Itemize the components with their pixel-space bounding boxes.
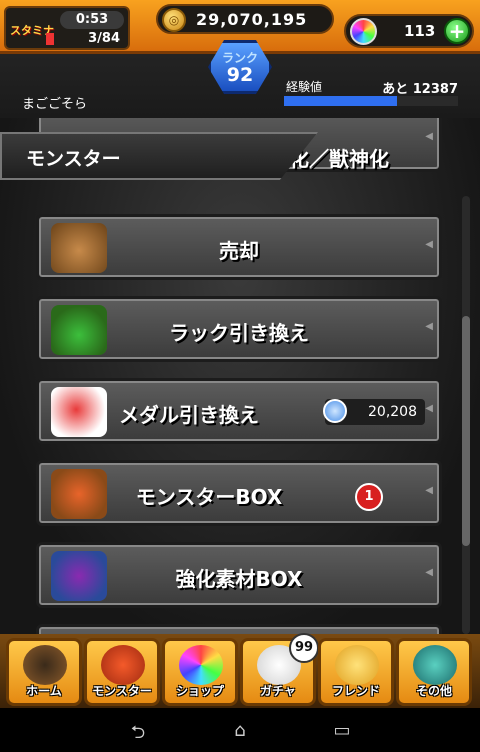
section-title-banner: モンスター (0, 132, 318, 180)
menu-item-label: 売却 (219, 239, 259, 263)
menu-item-luck-exchange[interactable]: ラック引き換え (36, 296, 442, 362)
tab-label: モンスター (92, 684, 152, 698)
orb-shop-icon (179, 645, 223, 685)
monster-icon (101, 645, 145, 685)
home-icon[interactable]: ⌂ (228, 720, 252, 741)
menu-item-sell[interactable]: 売却 (36, 214, 442, 280)
tab-label: フレンド (331, 684, 380, 698)
friends-icon (335, 645, 379, 685)
menu-item-label: モンスターBOX (135, 485, 283, 509)
tab-label: ガチャ (260, 684, 296, 698)
tab-monster[interactable]: モンスター (84, 638, 160, 706)
orb-panel: 113 + (344, 14, 474, 48)
menu-item-label: 強化素材BOX (175, 567, 303, 591)
stamina-count: 3/84 (88, 31, 120, 46)
exp-fill (284, 96, 398, 106)
stamina-timer: 0:53 (60, 11, 124, 29)
orb-value: 113 (404, 22, 436, 40)
gacha-badge: 99 (289, 633, 319, 663)
notification-badge: 1 (355, 483, 383, 511)
home-gate-icon (23, 645, 67, 685)
rank-value: 92 (226, 64, 254, 86)
recents-icon[interactable]: ▭ (330, 720, 354, 741)
coin-panel: ◎ 29,070,195 (156, 4, 334, 34)
coin-value: 29,070,195 (196, 10, 308, 29)
exp-label: 経験値 (286, 80, 323, 94)
tab-friend[interactable]: フレンド (318, 638, 394, 706)
coin-icon: ◎ (162, 8, 186, 32)
tab-gacha[interactable]: 99 ガチャ (240, 633, 319, 706)
menu-item-medal-exchange[interactable]: メダル引き換え 20,208 (36, 378, 442, 444)
username: まごごそら (22, 97, 88, 112)
bottom-tab-bar: ホーム モンスター ショップ 99 ガチャ フレンド その他 (0, 633, 480, 708)
stamina-bar (46, 33, 54, 45)
tab-label: ホーム (26, 684, 62, 698)
add-orb-button[interactable]: + (444, 18, 470, 44)
tab-shop[interactable]: ショップ (162, 638, 238, 706)
menu-item-label: ラック引き換え (169, 321, 309, 345)
monster-menu-list[interactable]: モンスター 進化／神化／獣神化 売却 ラック引き換え メダル引き換え 20,20… (0, 118, 480, 634)
menu-item-monster-box[interactable]: モンスターBOX 1 (36, 460, 442, 526)
stamina-panel: スタミナ 0:53 3/84 (4, 6, 130, 50)
other-icon (413, 645, 457, 685)
medal-icon (323, 399, 347, 423)
tab-label: その他 (415, 684, 452, 698)
orb-icon (350, 18, 377, 45)
exp-remaining: あと 12387 (382, 82, 458, 97)
menu-item-material-box[interactable]: 強化素材BOX (36, 542, 442, 608)
tab-other[interactable]: その他 (396, 638, 472, 706)
tab-label: ショップ (175, 684, 224, 698)
status-hud: スタミナ 0:53 3/84 ◎ 29,070,195 113 + ランク 92… (0, 0, 480, 118)
menu-item-next[interactable] (36, 624, 442, 634)
scroll-thumb[interactable] (462, 316, 470, 546)
tab-home[interactable]: ホーム (6, 638, 82, 706)
back-icon[interactable]: ⮌ (126, 720, 150, 743)
section-title: モンスター (26, 148, 121, 170)
system-nav-bar: ⮌ ⌂ ▭ (0, 708, 480, 752)
scrollbar[interactable] (462, 196, 470, 634)
exp-bar (284, 96, 458, 106)
